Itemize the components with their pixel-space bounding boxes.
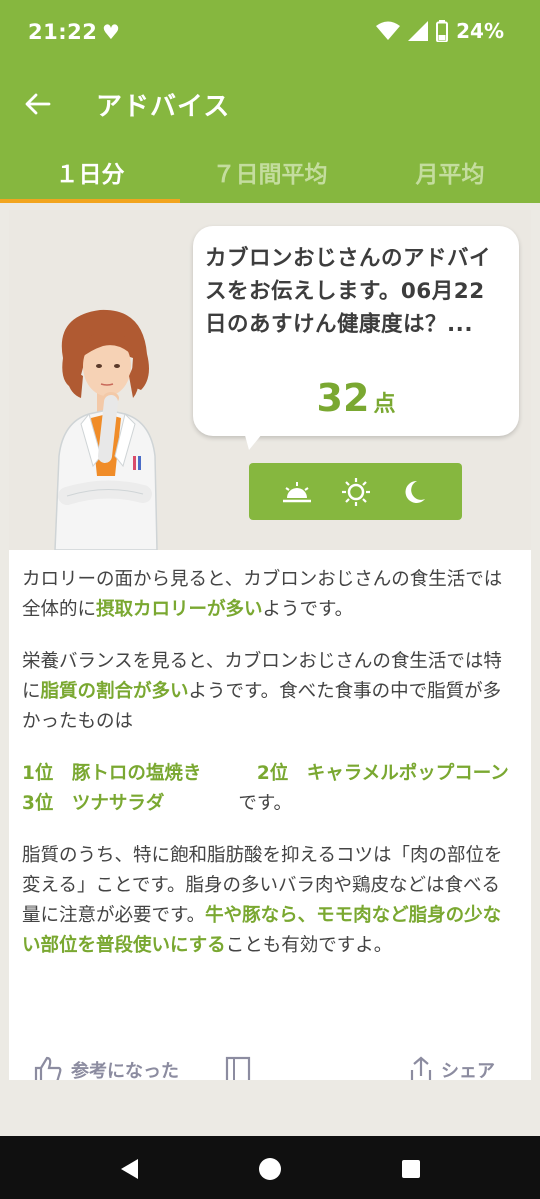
thumbs-up-icon	[34, 1056, 62, 1080]
battery-icon	[436, 20, 449, 42]
nav-back-button[interactable]	[114, 1154, 144, 1184]
back-button[interactable]	[18, 84, 58, 124]
advice-calorie: カロリーの面から見ると、カブロンおじさんの食生活では全体的に摂取カロリーが多いよ…	[22, 565, 518, 625]
fat-ranking: 1位 豚トロの塩焼き 2位 キャラメルポップコーン 3位 ツナサラダ です。	[22, 759, 518, 819]
nav-home-button[interactable]	[255, 1154, 285, 1184]
sunrise-button[interactable]	[277, 472, 317, 512]
advice-bubble: カブロンおじさんのアドバイスをお伝えします。06月22日のあすけん健康度は？..…	[193, 226, 519, 436]
arrow-left-icon	[25, 93, 51, 115]
score-unit: 点	[373, 392, 396, 417]
page-title: アドバイス	[96, 92, 231, 122]
rank-2: 2位 キャラメルポップコーン	[256, 763, 509, 784]
tab-daily[interactable]: １日分	[0, 140, 180, 203]
heart-icon: ♥	[102, 20, 120, 44]
wifi-icon	[376, 21, 401, 40]
tab-indicator	[0, 199, 180, 203]
advice-tip: 脂質のうち、特に飽和脂肪酸を抑えるコツは「肉の部位を変える」ことです。脂身の多い…	[22, 841, 518, 961]
sun-icon	[341, 477, 370, 506]
card-actions: 参考になった シェア	[9, 1052, 531, 1080]
app-bar: アドバイス	[0, 66, 540, 140]
battery-level: 24%	[456, 19, 504, 43]
advice-text: ことも有効ですよ。	[225, 935, 393, 956]
advice-body: カロリーの面から見ると、カブロンおじさんの食生活では全体的に摂取カロリーが多いよ…	[22, 565, 518, 983]
moon-icon	[405, 480, 425, 503]
circle-home-icon	[259, 1158, 281, 1180]
status-bar: 21:22 ♥ 24%	[0, 0, 540, 66]
meal-time-toggle	[249, 463, 462, 520]
system-nav-bar	[0, 1136, 540, 1199]
advisor-panel: カブロンおじさんのアドバイスをお伝えします。06月22日のあすけん健康度は？..…	[9, 210, 531, 550]
nav-recents-button[interactable]	[396, 1154, 426, 1184]
tab-bar: １日分 ７日間平均 月平均	[0, 140, 540, 203]
score-value: 32	[316, 376, 370, 420]
moon-button[interactable]	[395, 472, 435, 512]
advice-card: カブロンおじさんのアドバイスをお伝えします。06月22日のあすけん健康度は？..…	[9, 210, 531, 1080]
health-score: 32 点	[193, 376, 519, 420]
share-label: シェア	[441, 1061, 495, 1080]
bookmark-icon	[225, 1056, 251, 1080]
advice-balance: 栄養バランスを見ると、カブロンおじさんの食生活では特に脂質の割合が多いようです。…	[22, 647, 518, 737]
sun-button[interactable]	[336, 472, 376, 512]
status-icons: 24%	[376, 19, 504, 43]
triangle-back-icon	[121, 1159, 138, 1179]
rank-3: 3位 ツナサラダ	[22, 793, 165, 814]
tab-monthly-average[interactable]: 月平均	[360, 140, 540, 203]
helpful-label: 参考になった	[71, 1061, 179, 1080]
advice-highlight: 摂取カロリーが多い	[96, 599, 263, 620]
share-icon	[410, 1056, 432, 1080]
tab-weekly-average[interactable]: ７日間平均	[180, 140, 360, 203]
bookmark-button[interactable]	[225, 1056, 251, 1080]
advice-highlight: 脂質の割合が多い	[40, 681, 189, 702]
status-time: 21:22	[28, 20, 98, 44]
share-button[interactable]: シェア	[409, 1056, 495, 1080]
rank-1: 1位 豚トロの塩焼き	[22, 763, 202, 784]
helpful-button[interactable]: 参考になった	[33, 1056, 179, 1080]
sunrise-icon	[282, 481, 311, 502]
bubble-tail	[243, 428, 267, 450]
advisor-illustration	[54, 309, 158, 550]
bubble-message: カブロンおじさんのアドバイスをお伝えします。06月22日のあすけん健康度は？..…	[205, 246, 492, 337]
advice-text: ようです。	[262, 599, 354, 620]
signal-icon	[408, 21, 429, 41]
rank-suffix: です。	[238, 793, 293, 814]
square-recents-icon	[402, 1160, 420, 1178]
